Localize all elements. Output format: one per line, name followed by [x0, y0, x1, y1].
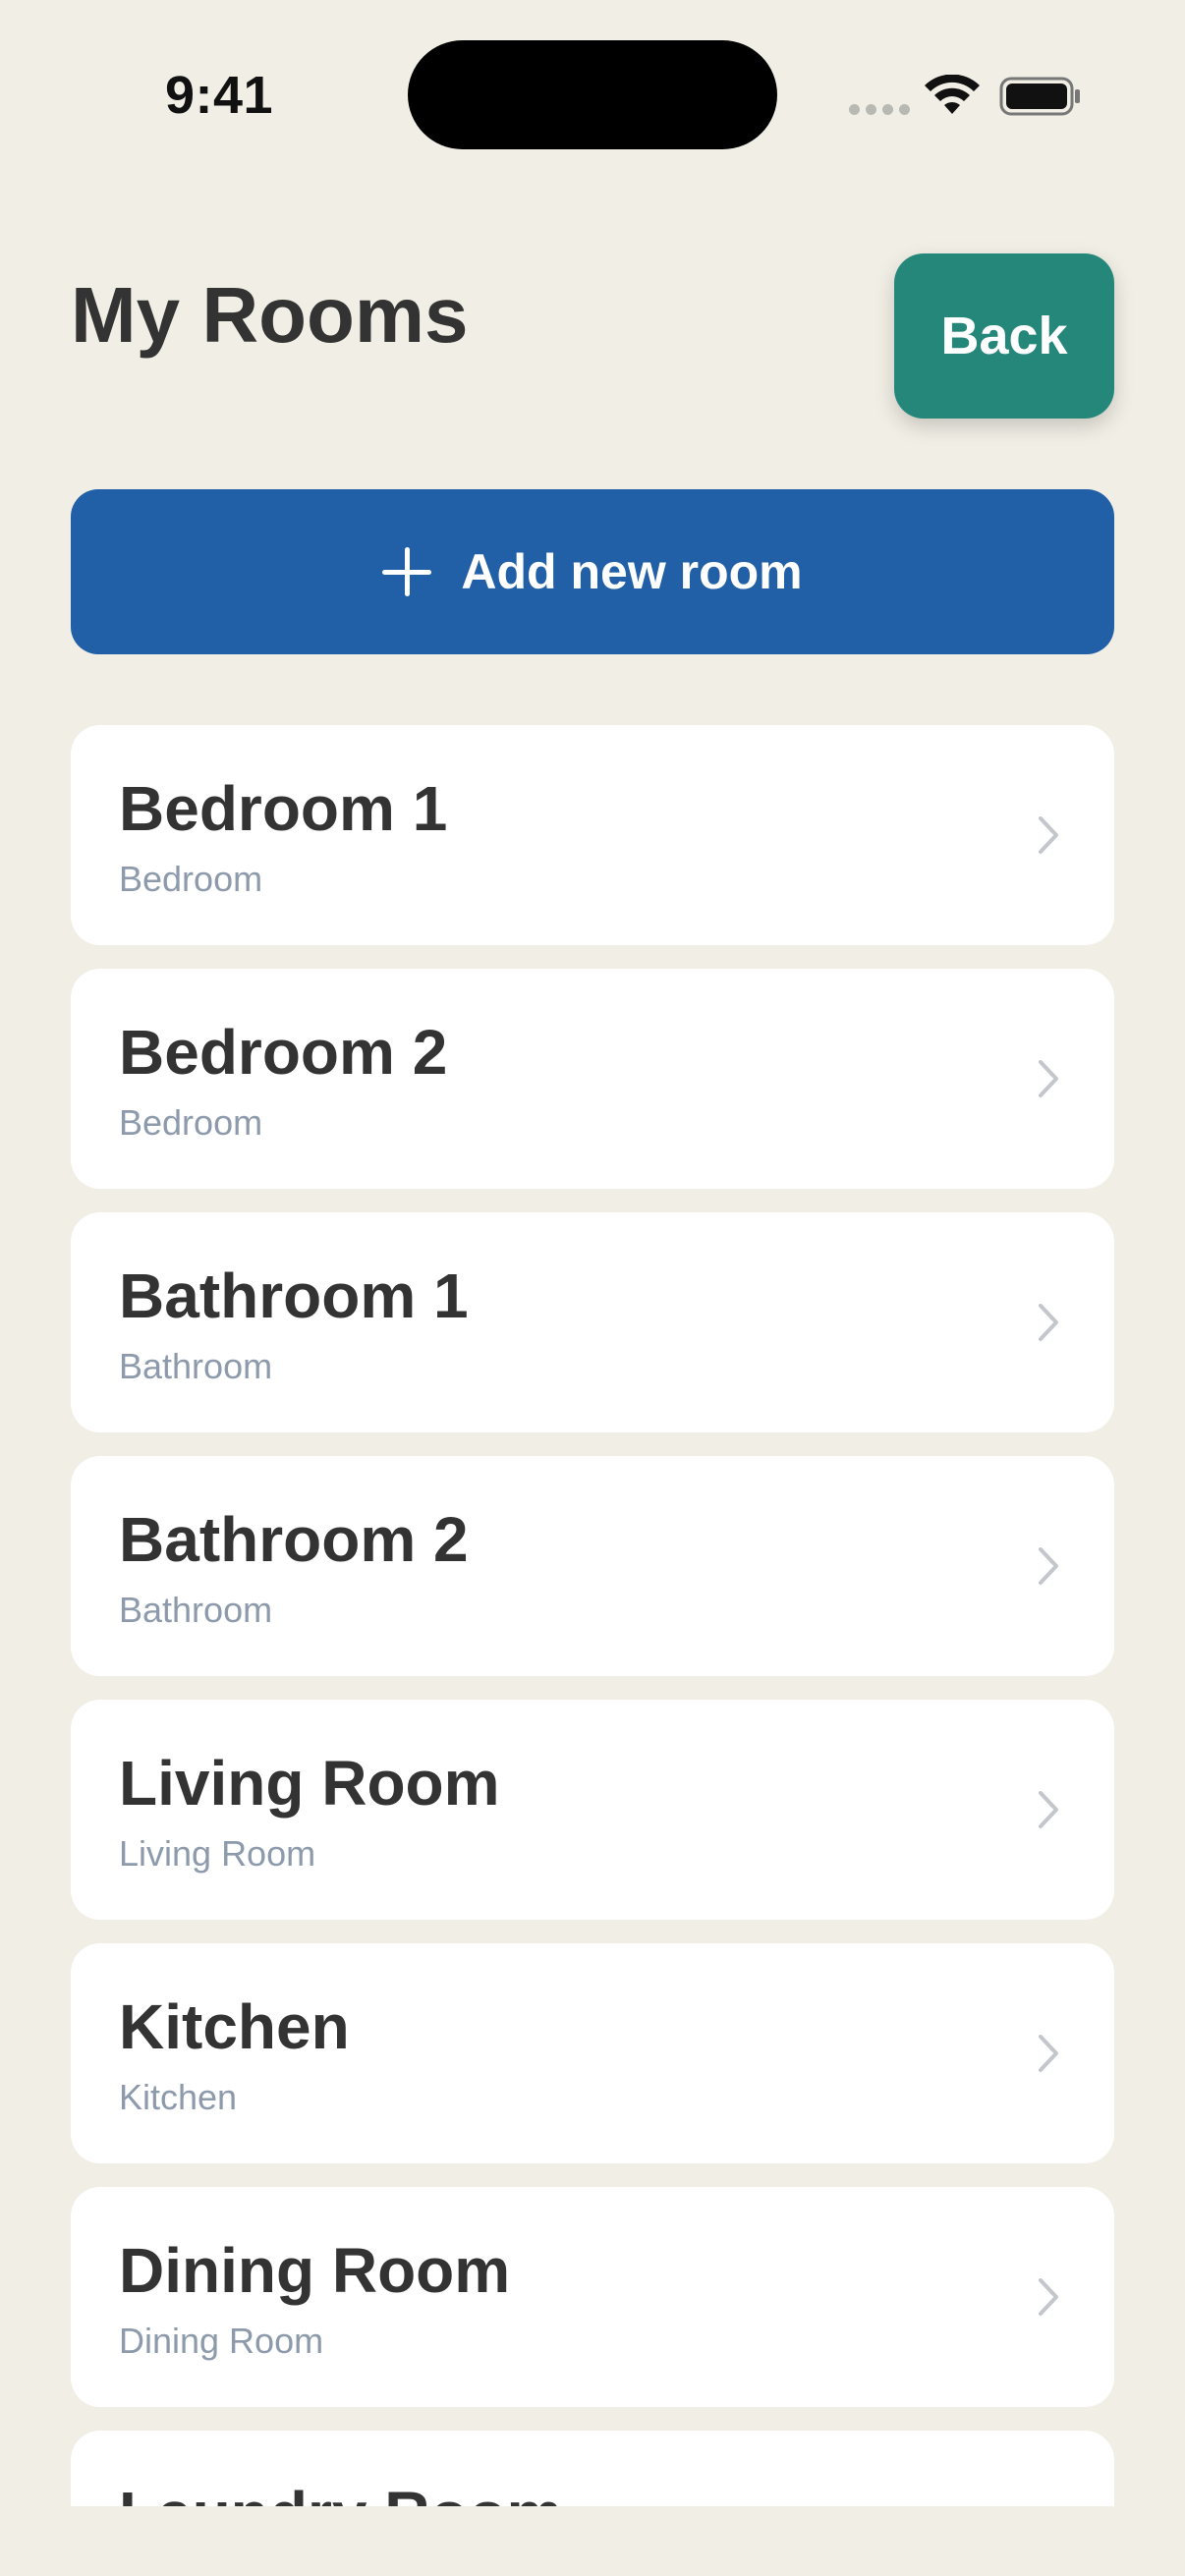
dynamic-island: [408, 40, 777, 149]
room-type: Bathroom: [119, 1346, 273, 1386]
battery-icon: [999, 77, 1080, 116]
cellular-signal-icon: [849, 104, 910, 115]
room-name: Dining Room: [119, 2235, 511, 2306]
chevron-right-icon: [1039, 2035, 1058, 2072]
room-name: Bedroom 1: [119, 773, 448, 844]
header: My Rooms Back: [71, 251, 1114, 419]
room-type: Kitchen: [119, 2077, 238, 2117]
status-bar: 9:41: [0, 0, 1185, 196]
room-name: Bathroom 1: [119, 1260, 469, 1331]
page-title: My Rooms: [71, 271, 469, 359]
room-name: Bathroom 2: [119, 1504, 469, 1575]
room-type: Bedroom: [119, 859, 263, 899]
status-time: 9:41: [165, 66, 274, 125]
chevron-right-icon: [1039, 1304, 1058, 1341]
wifi-icon: [925, 75, 980, 114]
room-card-bathroom-1[interactable]: Bathroom 1 Bathroom: [71, 1212, 1114, 1432]
room-name: Bedroom 2: [119, 1017, 448, 1088]
chevron-right-icon: [1039, 1060, 1058, 1097]
room-type: Bathroom: [119, 1590, 273, 1630]
add-room-label: Add new room: [461, 544, 803, 599]
room-card-living-room[interactable]: Living Room Living Room: [71, 1700, 1114, 1920]
room-type: Bedroom: [119, 1102, 263, 1143]
room-type: Dining Room: [119, 2321, 324, 2361]
chevron-right-icon: [1039, 2278, 1058, 2316]
room-list-scroll[interactable]: Bedroom 1 Bedroom Bedroom 2 Bedroom Bath…: [71, 725, 1114, 2506]
add-room-button[interactable]: Add new room: [71, 489, 1114, 654]
room-type: Living Room: [119, 1833, 316, 1874]
room-card-bedroom-1[interactable]: Bedroom 1 Bedroom: [71, 725, 1114, 945]
room-name: Kitchen: [119, 1991, 350, 2062]
chevron-right-icon: [1039, 816, 1058, 854]
room-card-dining-room[interactable]: Dining Room Dining Room: [71, 2187, 1114, 2407]
chevron-right-icon: [1039, 1547, 1058, 1585]
room-card-kitchen[interactable]: Kitchen Kitchen: [71, 1943, 1114, 2163]
room-name: Laundry Room: [119, 2478, 563, 2506]
room-list: Bedroom 1 Bedroom Bedroom 2 Bedroom Bath…: [71, 725, 1114, 2506]
chevron-right-icon: [1039, 1791, 1058, 1828]
back-button[interactable]: Back: [894, 253, 1114, 419]
plus-icon: [382, 547, 432, 596]
room-card-bathroom-2[interactable]: Bathroom 2 Bathroom: [71, 1456, 1114, 1676]
room-name: Living Room: [119, 1748, 500, 1819]
room-card-bedroom-2[interactable]: Bedroom 2 Bedroom: [71, 969, 1114, 1189]
room-card-laundry-room[interactable]: Laundry Room: [71, 2431, 1114, 2506]
